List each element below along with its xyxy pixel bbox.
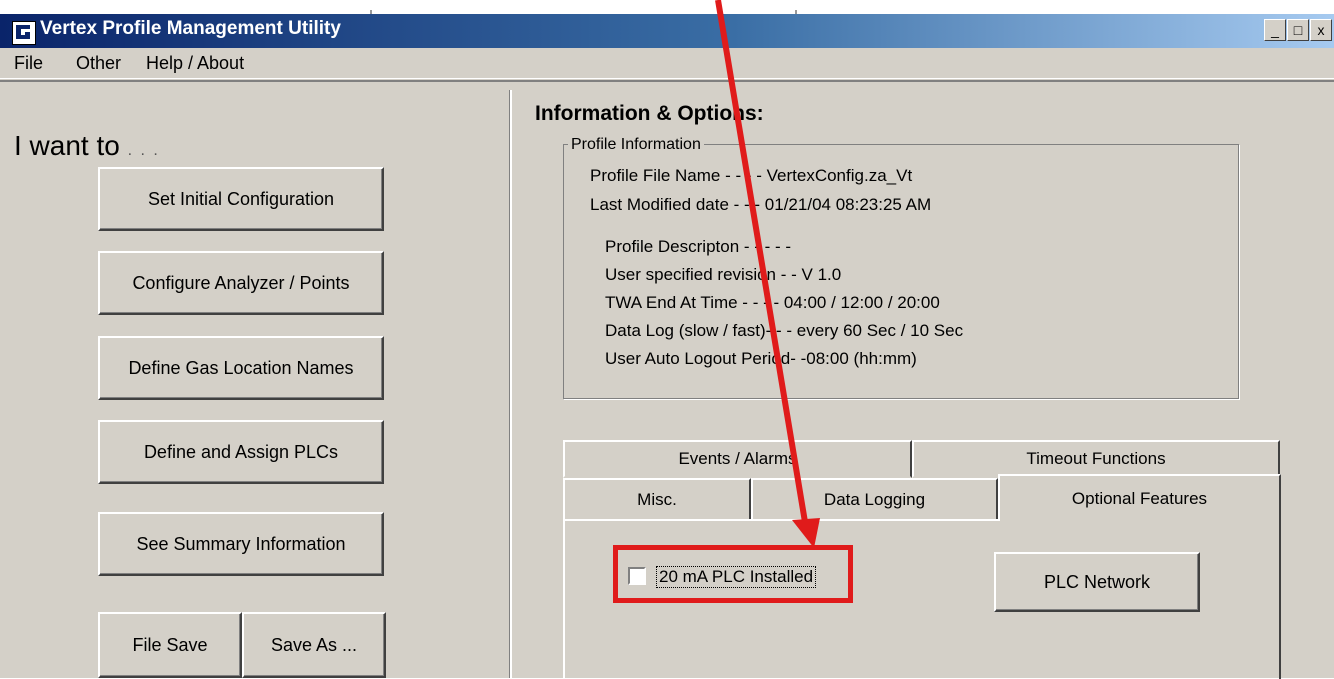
close-button[interactable]: x xyxy=(1310,19,1332,41)
file-save-button[interactable]: File Save xyxy=(98,612,242,678)
tab-timeout-functions[interactable]: Timeout Functions xyxy=(912,440,1280,478)
profile-file-name: Profile File Name - - - - VertexConfig.z… xyxy=(590,166,913,185)
auto-logout-period: User Auto Logout Period- -08:00 (hh:mm) xyxy=(605,349,917,368)
left-panel-heading: I want to . . . xyxy=(14,130,160,161)
annotation-highlight-box xyxy=(613,545,853,603)
info-options-heading: Information & Options: xyxy=(535,102,764,125)
data-log-rate: Data Log (slow / fast)- - - every 60 Sec… xyxy=(605,321,964,340)
set-initial-configuration-button[interactable]: Set Initial Configuration xyxy=(98,167,384,231)
panel-divider xyxy=(509,90,512,678)
menu-other[interactable]: Other xyxy=(76,53,121,74)
tab-data-logging[interactable]: Data Logging xyxy=(751,478,998,521)
profile-description: Profile Descripton - - - - - xyxy=(605,237,792,256)
twa-end-time: TWA End At Time - - - - 04:00 / 12:00 / … xyxy=(605,293,940,312)
user-specified-revision: User specified revision - - V 1.0 xyxy=(605,265,842,284)
plc-network-button[interactable]: PLC Network xyxy=(994,552,1200,612)
tab-optional-features[interactable]: Optional Features xyxy=(998,474,1281,521)
minimize-button[interactable]: _ xyxy=(1264,19,1286,41)
heading-ellipsis: . . . xyxy=(127,142,160,159)
menu-divider xyxy=(0,80,1334,82)
menu-bar: File Other Help / About xyxy=(0,48,1334,79)
configure-analyzer-points-button[interactable]: Configure Analyzer / Points xyxy=(98,251,384,315)
define-gas-location-names-button[interactable]: Define Gas Location Names xyxy=(98,336,384,400)
define-assign-plcs-button[interactable]: Define and Assign PLCs xyxy=(98,420,384,484)
last-modified-date: Last Modified date - - - 01/21/04 08:23:… xyxy=(590,195,932,214)
tab-misc[interactable]: Misc. xyxy=(563,478,751,521)
menu-help-about[interactable]: Help / About xyxy=(146,53,244,74)
see-summary-information-button[interactable]: See Summary Information xyxy=(98,512,384,576)
menu-file[interactable]: File xyxy=(14,53,43,74)
window-title: Vertex Profile Management Utility xyxy=(40,18,341,39)
app-logo-icon xyxy=(12,21,36,45)
save-as-button[interactable]: Save As ... xyxy=(242,612,386,678)
profile-information-title: Profile Information xyxy=(568,136,704,154)
top-strip xyxy=(0,0,1334,14)
title-bar: Vertex Profile Management Utility _ □ x xyxy=(0,14,1334,48)
maximize-button[interactable]: □ xyxy=(1287,19,1309,41)
tab-events-alarms[interactable]: Events / Alarms xyxy=(563,440,912,478)
